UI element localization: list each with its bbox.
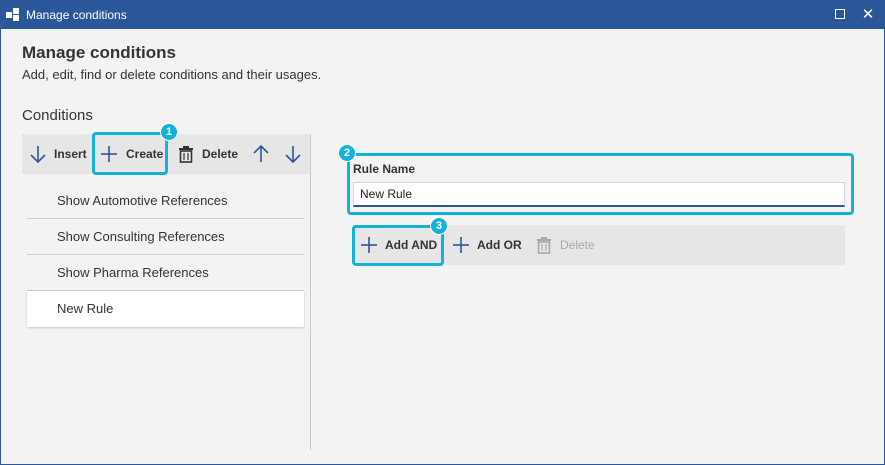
callout-badge-1: 1 [160,123,178,141]
add-and-button[interactable]: Add AND [360,225,437,265]
maximize-icon [835,9,845,20]
plus-icon [361,237,377,253]
manage-conditions-window: Manage conditions ✕ Manage conditions Ad… [0,0,885,465]
rule-toolbar: Add AND Add OR Delete [353,225,845,265]
maximize-button[interactable] [826,1,854,29]
insert-button[interactable]: Insert [29,134,87,174]
rule-name-input[interactable] [353,182,845,207]
move-down-button[interactable] [284,134,302,174]
callout-badge-3: 3 [430,217,448,235]
plus-icon [101,146,117,162]
plus-icon [453,237,469,253]
conditions-section-label: Conditions [22,107,93,124]
rule-name-label: Rule Name [353,162,416,176]
app-icon [6,8,19,21]
panel-divider [310,134,311,450]
create-button[interactable]: Create [100,134,163,174]
trash-icon [179,146,193,163]
add-or-label: Add OR [477,238,522,252]
close-button[interactable]: ✕ [854,1,882,29]
insert-label: Insert [54,147,87,161]
create-label: Create [126,147,164,161]
delete-button[interactable]: Delete [178,134,238,174]
list-item[interactable]: Show Automotive References [27,183,304,219]
arrow-down-icon [30,146,46,164]
arrow-down-icon [285,146,301,164]
page-title: Manage conditions [22,43,176,62]
move-up-button[interactable] [252,134,270,174]
delete-rule-label: Delete [560,238,595,252]
delete-rule-button[interactable]: Delete [536,225,595,265]
trash-icon [537,237,551,254]
add-or-button[interactable]: Add OR [452,225,522,265]
delete-label: Delete [202,147,239,161]
window-title: Manage conditions [26,8,127,22]
list-item-selected[interactable]: New Rule [27,291,304,327]
arrow-up-icon [253,144,269,162]
page-subtitle: Add, edit, find or delete conditions and… [22,67,322,82]
list-item[interactable]: Show Pharma References [27,255,304,291]
list-item[interactable]: Show Consulting References [27,219,304,255]
conditions-list: Show Automotive References Show Consulti… [27,183,304,327]
callout-badge-2: 2 [338,144,356,162]
add-and-label: Add AND [385,238,438,252]
title-bar[interactable]: Manage conditions ✕ [1,1,884,29]
